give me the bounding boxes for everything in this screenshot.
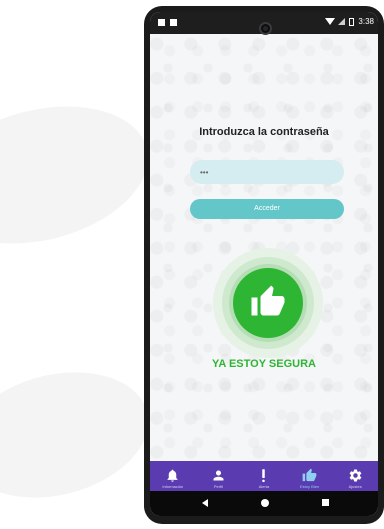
nav-label: Alerta [258, 484, 270, 489]
safe-button[interactable] [233, 268, 303, 338]
back-icon[interactable] [202, 499, 208, 507]
nav-item-perfil[interactable]: Perfil [196, 461, 242, 491]
nav-label: Perfil [213, 484, 223, 489]
phone-screen: 3:38 Introduzca la contraseña Acceder YA… [150, 12, 378, 516]
status-bar: 3:38 [150, 12, 378, 35]
bottom-navigation: Información Perfil Alerta Estoy Bien Aju… [150, 461, 378, 491]
nav-item-ajustes[interactable]: Ajustes [332, 461, 378, 491]
nav-item-estoy-bien[interactable]: Estoy Bien [287, 461, 333, 491]
signal-icon [337, 18, 345, 26]
login-button[interactable]: Acceder [190, 199, 344, 219]
nav-item-informacion[interactable]: Información [150, 461, 196, 491]
thumbs-up-icon [302, 468, 317, 482]
safe-label: YA ESTOY SEGURA [212, 358, 316, 370]
nav-label: Información [162, 484, 184, 489]
status-time: 3:38 [358, 17, 374, 26]
nav-label: Ajustes [348, 484, 362, 489]
notification-square-icon [170, 19, 177, 26]
gear-icon [349, 469, 362, 482]
bell-icon [167, 469, 178, 482]
system-navigation-bar [150, 491, 378, 516]
password-field[interactable] [190, 160, 344, 184]
wifi-icon [324, 18, 335, 26]
nav-item-alerta[interactable]: Alerta [241, 461, 287, 491]
page-title: Introduzca la contraseña [199, 126, 329, 138]
thumbs-up-icon [251, 285, 285, 316]
notification-square-icon [158, 19, 165, 26]
battery-icon [349, 17, 355, 26]
home-icon[interactable] [261, 499, 269, 507]
background-curve [0, 85, 163, 265]
user-icon [213, 470, 224, 481]
status-icons: 3:38 [324, 17, 374, 26]
background-curve [0, 353, 162, 517]
recents-icon[interactable] [322, 499, 329, 506]
exclamation-icon [262, 469, 266, 483]
nav-label: Estoy Bien [300, 484, 320, 489]
